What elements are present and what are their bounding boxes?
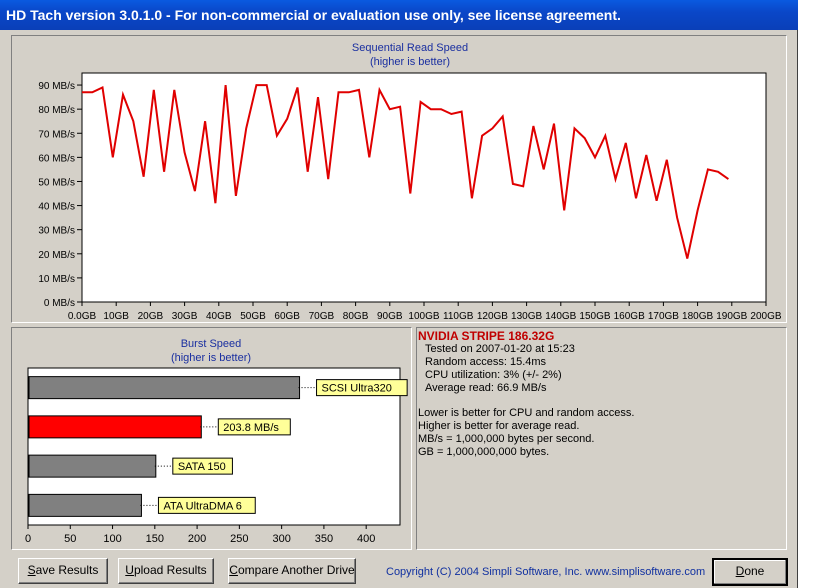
chart-subtitle: (higher is better) <box>370 56 450 68</box>
burst-x-tick-label: 0 <box>25 533 31 545</box>
sequential-read-chart: Sequential Read Speed (higher is better)… <box>38 42 782 322</box>
x-tick-label: 10GB <box>103 311 129 322</box>
x-tick-label: 120GB <box>477 311 508 322</box>
tested-on: Tested on 2007-01-20 at 15:23 <box>425 343 575 355</box>
y-tick-label: 10 MB/s <box>38 274 75 285</box>
burst-bar <box>28 415 202 439</box>
x-tick-label: 160GB <box>614 311 645 322</box>
compare-label: ompare Another Drive <box>237 563 355 577</box>
burst-speed-chart: Burst Speed (higher is better) SCSI Ultr… <box>25 338 408 545</box>
burst-bar-label: SATA 150 <box>178 461 226 473</box>
burst-x-tick-label: 150 <box>146 533 164 545</box>
burst-bar <box>28 493 142 517</box>
done-button[interactable]: Done <box>712 558 788 586</box>
average-read: Average read: 66.9 MB/s <box>425 382 547 394</box>
x-tick-label: 90GB <box>377 311 403 322</box>
burst-bar <box>28 454 157 478</box>
x-tick-label: 60GB <box>274 311 300 322</box>
upload-mnemonic: U <box>125 563 134 577</box>
burst-x-tick-label: 400 <box>357 533 375 545</box>
y-tick-label: 80 MB/s <box>38 105 75 116</box>
x-tick-label: 150GB <box>579 311 610 322</box>
y-tick-label: 20 MB/s <box>38 250 75 261</box>
burst-subtitle: (higher is better) <box>171 352 251 364</box>
chart-title: Sequential Read Speed <box>352 42 468 54</box>
hdtach-window: HD Tach version 3.0.1.0 - For non-commer… <box>0 0 798 588</box>
x-tick-label: 200GB <box>750 311 781 322</box>
burst-x-tick-label: 100 <box>103 533 121 545</box>
note-cpu-random: Lower is better for CPU and random acces… <box>418 407 635 419</box>
cpu-utilization: CPU utilization: 3% (+/- 2%) <box>425 369 562 381</box>
title-bar[interactable]: HD Tach version 3.0.1.0 - For non-commer… <box>0 0 798 30</box>
done-label: one <box>744 564 765 578</box>
compare-mnemonic: C <box>229 563 238 577</box>
y-tick-label: 70 MB/s <box>38 129 75 140</box>
x-tick-label: 130GB <box>511 311 542 322</box>
x-tick-label: 50GB <box>240 311 266 322</box>
upload-label: pload Results <box>133 563 207 577</box>
drive-name: NVIDIA STRIPE 186.32G <box>418 329 555 343</box>
x-tick-label: 70GB <box>309 311 335 322</box>
upload-results-button[interactable]: Upload Results <box>118 558 214 584</box>
y-tick-label: 60 MB/s <box>38 153 75 164</box>
x-tick-label: 30GB <box>172 311 198 322</box>
x-tick-label: 80GB <box>343 311 369 322</box>
done-mnemonic: D <box>735 564 745 578</box>
burst-bar <box>28 376 301 400</box>
burst-x-tick-label: 250 <box>230 533 248 545</box>
burst-title: Burst Speed <box>181 338 242 350</box>
burst-x-tick-label: 350 <box>315 533 333 545</box>
x-axis: 0.0GB 10GB 20GB 30GB 40GB 50GB 60GB 70GB 80GB 90G… <box>68 302 782 322</box>
sequential-read-panel: Sequential Read Speed (higher is better)… <box>11 35 787 323</box>
burst-bar-label: ATA UltraDMA 6 <box>163 500 241 512</box>
y-axis: 0 MB/s 10 MB/s 20 MB/s 30 MB/s 40 MB/s 50 MB/… <box>38 81 82 309</box>
note-gb: GB = 1,000,000,000 bytes. <box>418 446 550 458</box>
x-tick-label: 40GB <box>206 311 232 322</box>
burst-bar-label: SCSI Ultra320 <box>322 383 392 395</box>
burst-bar-label: 203.8 MB/s <box>223 422 279 434</box>
plot-area <box>81 72 767 303</box>
burst-x-tick-label: 200 <box>188 533 206 545</box>
burst-speed-panel: Burst Speed (higher is better) SCSI Ultr… <box>11 327 412 550</box>
x-tick-label: 0.0GB <box>68 311 97 322</box>
x-tick-label: 20GB <box>138 311 164 322</box>
x-tick-label: 190GB <box>716 311 747 322</box>
save-results-button[interactable]: Save Results <box>18 558 108 584</box>
random-access: Random access: 15.4ms <box>425 356 547 368</box>
x-tick-label: 100GB <box>408 311 439 322</box>
y-tick-label: 30 MB/s <box>38 226 75 237</box>
copyright-text: Copyright (C) 2004 Simpli Software, Inc.… <box>386 566 706 578</box>
compare-another-drive-button[interactable]: Compare Another Drive <box>228 558 356 584</box>
x-tick-label: 170GB <box>648 311 679 322</box>
burst-x-tick-label: 300 <box>272 533 290 545</box>
y-tick-label: 40 MB/s <box>38 202 75 213</box>
y-tick-label: 50 MB/s <box>38 177 75 188</box>
x-tick-label: 110GB <box>443 311 474 322</box>
burst-x-axis: 0 50 100 150 200 250 300 350 400 <box>25 525 375 545</box>
note-average-read: Higher is better for average read. <box>418 420 580 432</box>
y-tick-label: 0 MB/s <box>44 298 75 309</box>
y-tick-label: 90 MB/s <box>38 81 75 92</box>
save-mnemonic: S <box>27 563 36 577</box>
note-mbs: MB/s = 1,000,000 bytes per second. <box>418 433 595 445</box>
x-tick-label: 180GB <box>682 311 713 322</box>
save-label: ave Results <box>35 563 99 577</box>
burst-x-tick-label: 50 <box>64 533 76 545</box>
x-tick-label: 140GB <box>545 311 576 322</box>
results-info: NVIDIA STRIPE 186.32G Tested on 2007-01-… <box>418 330 788 459</box>
